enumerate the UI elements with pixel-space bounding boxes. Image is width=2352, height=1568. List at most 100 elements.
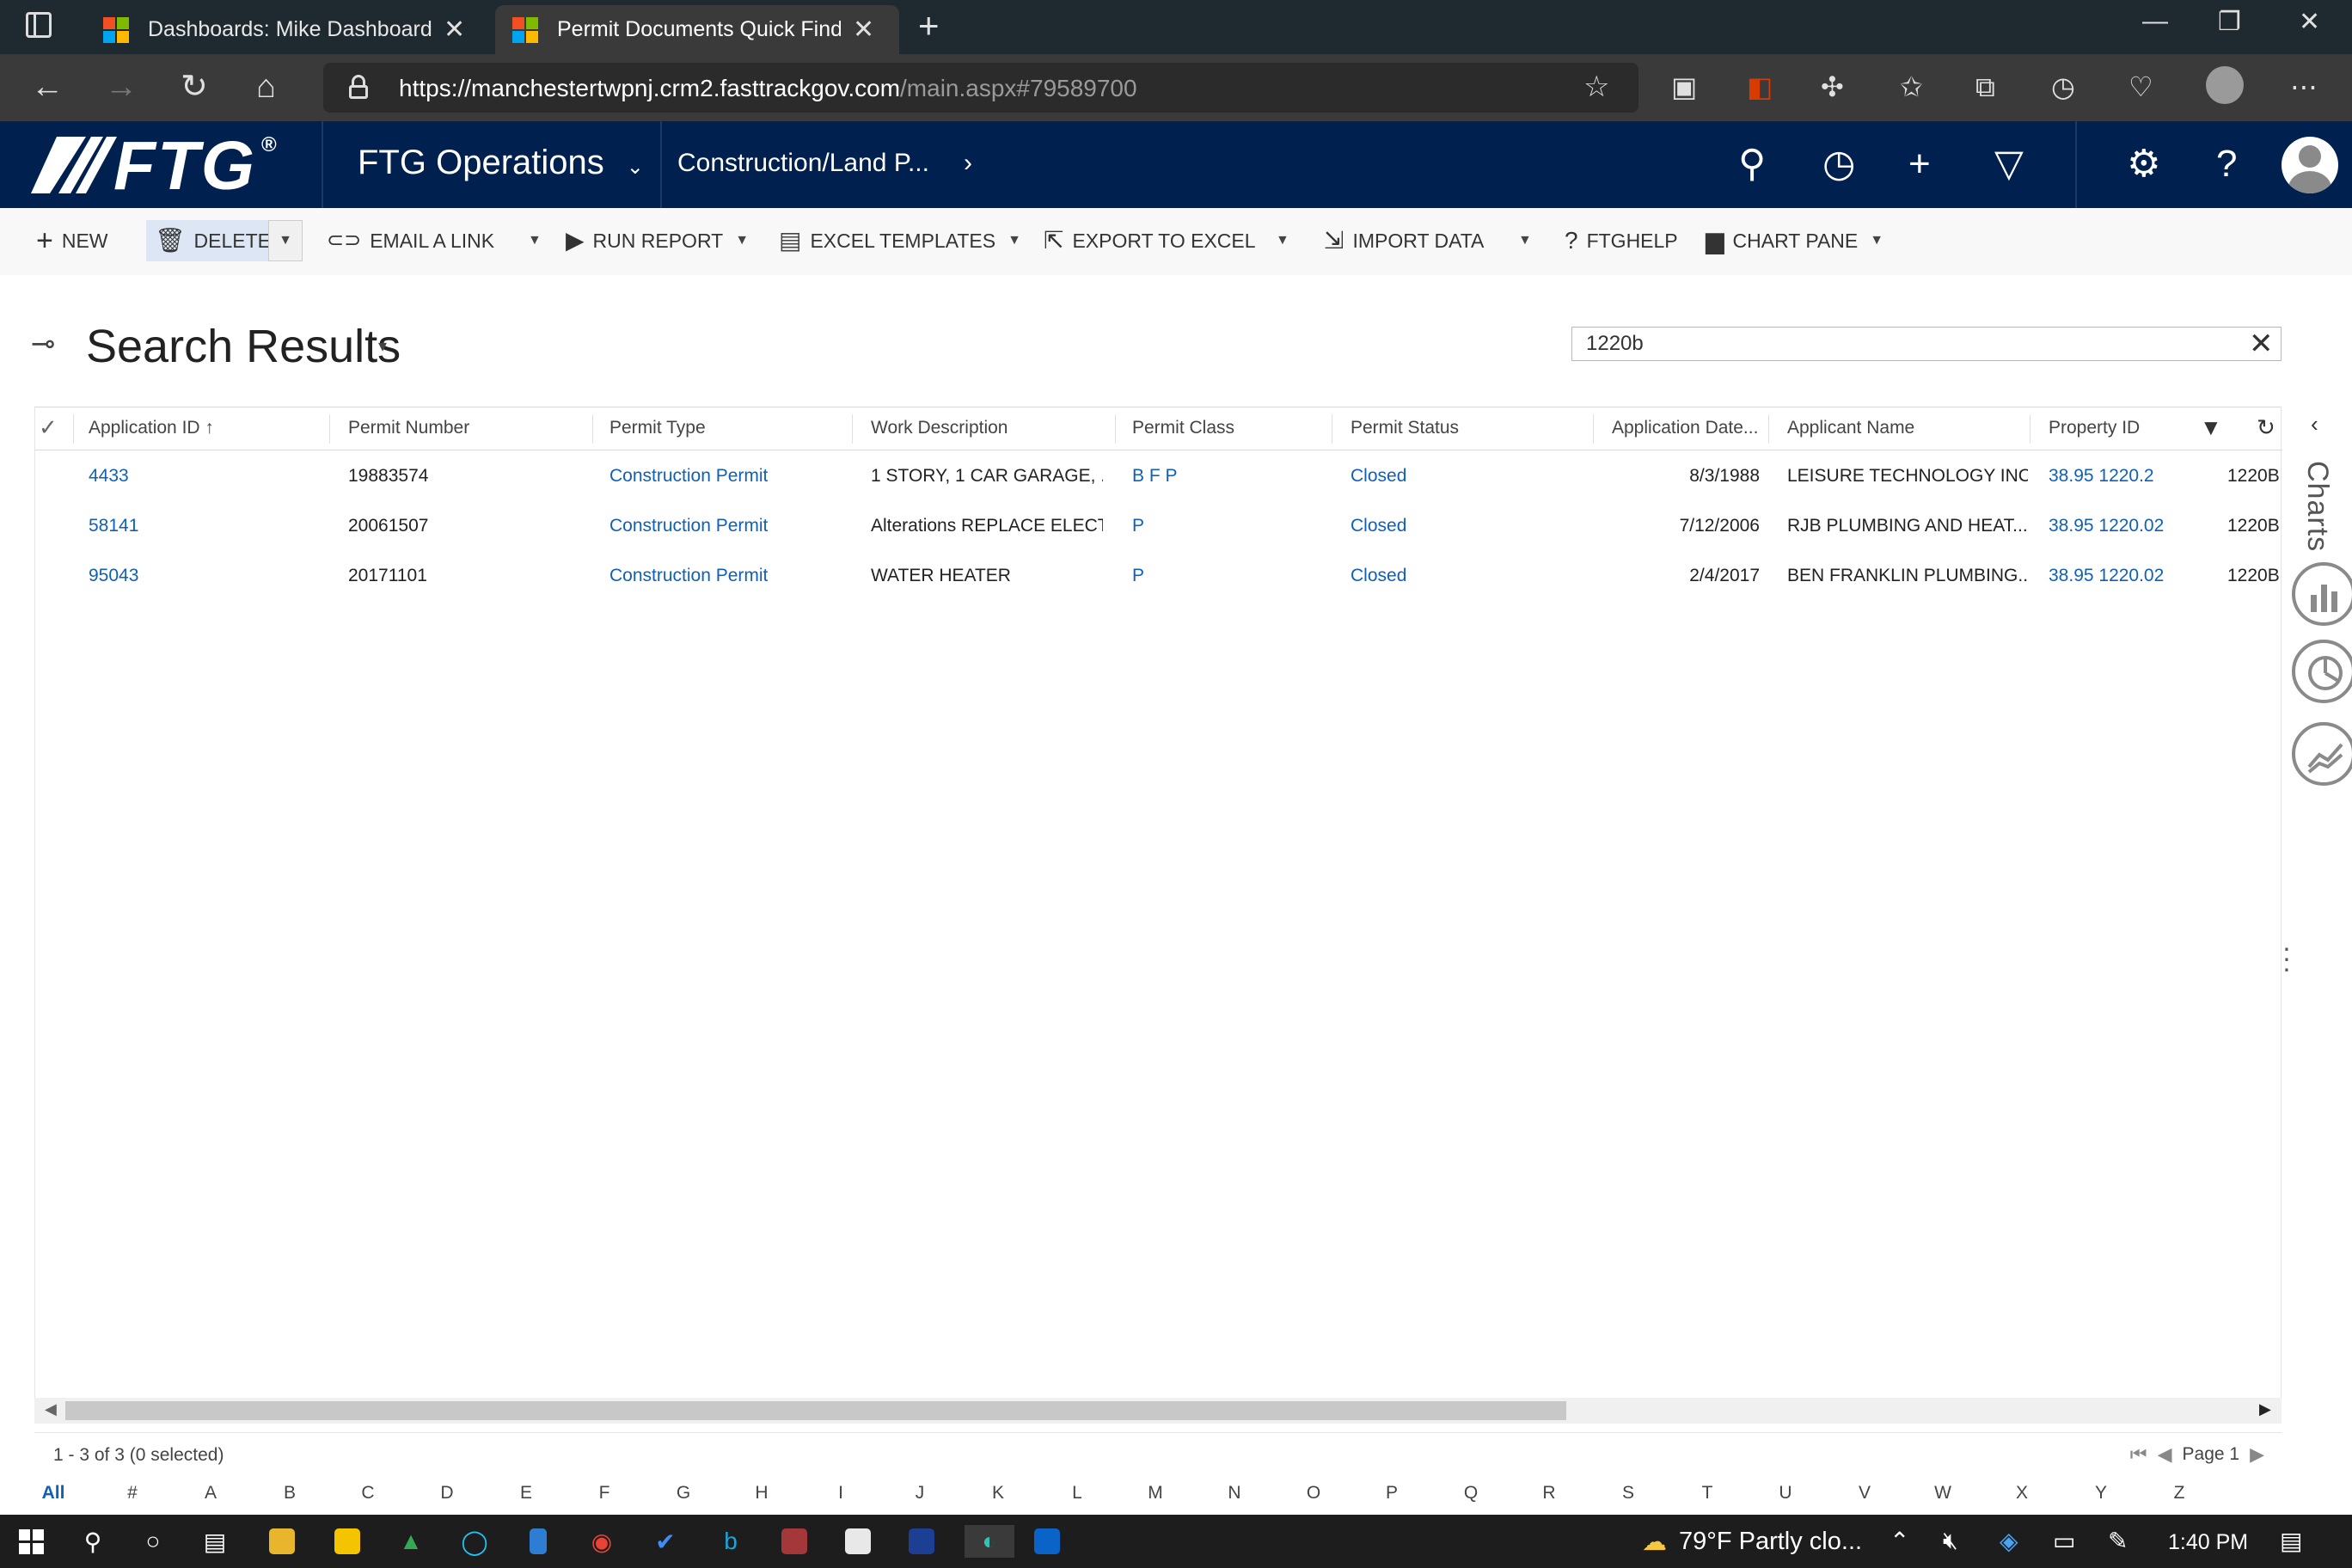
email-link-button[interactable]: ⊂⊃ EMAIL A LINK bbox=[327, 225, 494, 256]
page-title[interactable]: Search Results bbox=[86, 320, 401, 373]
alphabet-filter-e[interactable]: E bbox=[509, 1483, 543, 1504]
ftg-logo[interactable]: FTG ® bbox=[31, 127, 289, 204]
browser-tab-permit-documents[interactable]: Permit Documents Quick Find Ac ✕ bbox=[495, 5, 899, 54]
property-id-link[interactable]: 38.95 1220.02 bbox=[2049, 516, 2164, 536]
chart-pane-button[interactable]: ▆ CHART PANE ▼ bbox=[1706, 225, 1883, 256]
new-button[interactable]: + NEW bbox=[36, 225, 108, 256]
app-icon[interactable] bbox=[904, 1525, 939, 1558]
import-data-dropdown[interactable]: ▼ bbox=[1506, 225, 1532, 256]
browser-tab-dashboard[interactable]: Dashboards: Mike Dashboard - M ✕ bbox=[86, 5, 487, 54]
pie-chart-icon[interactable] bbox=[2292, 640, 2352, 703]
alphabet-filter-i[interactable]: I bbox=[824, 1483, 858, 1504]
show-hidden-icons-chevron-icon[interactable]: ⌃ bbox=[1890, 1527, 1909, 1555]
alphabet-filter-l[interactable]: L bbox=[1060, 1483, 1094, 1504]
previous-page-icon[interactable]: ◀ bbox=[2158, 1443, 2172, 1466]
breadcrumb[interactable]: Construction/Land P... › bbox=[677, 149, 972, 178]
outlook-icon[interactable] bbox=[1030, 1525, 1064, 1558]
search-icon[interactable]: ⚲ bbox=[76, 1525, 110, 1558]
tab-actions-icon[interactable] bbox=[26, 12, 52, 38]
column-header-application-date[interactable]: Application Date... bbox=[1612, 418, 1758, 438]
charts-label[interactable]: Charts bbox=[2300, 461, 2334, 552]
email-link-dropdown[interactable]: ▼ bbox=[516, 225, 542, 256]
user-avatar[interactable] bbox=[2282, 137, 2338, 193]
edge-browser-icon[interactable]: ◐ bbox=[965, 1525, 1014, 1558]
alphabet-filter-h[interactable]: H bbox=[744, 1483, 779, 1504]
extensions-puzzle-icon[interactable]: ✣ bbox=[1821, 70, 1844, 104]
column-header-application-id[interactable]: Application ID ↑ bbox=[89, 418, 214, 438]
alphabet-filter-t[interactable]: T bbox=[1690, 1483, 1724, 1504]
horizontal-scrollbar[interactable]: ◀ ▶ bbox=[34, 1398, 2282, 1424]
first-page-icon[interactable]: ⏮ bbox=[2130, 1443, 2147, 1466]
settings-gear-icon[interactable]: ⚙ bbox=[2127, 144, 2160, 185]
next-page-icon[interactable]: ▶ bbox=[2250, 1443, 2264, 1466]
performance-icon[interactable]: ♡ bbox=[2128, 70, 2153, 104]
ftghelp-button[interactable]: ? FTGHELP bbox=[1565, 225, 1678, 256]
cortana-icon[interactable]: ○ bbox=[136, 1525, 170, 1558]
clear-search-icon[interactable]: ✕ bbox=[2249, 327, 2274, 361]
delete-button[interactable]: 🗑 DELETE bbox=[146, 220, 271, 261]
battery-icon[interactable]: ▭ bbox=[2053, 1527, 2075, 1555]
permit-class-link[interactable]: P bbox=[1132, 566, 1144, 586]
refresh-icon[interactable]: ↻ bbox=[181, 70, 208, 104]
pen-icon[interactable]: ✎ bbox=[2108, 1527, 2128, 1555]
alphabet-filter-number[interactable]: # bbox=[115, 1483, 150, 1504]
minimize-button[interactable]: — bbox=[2142, 7, 2168, 36]
create-icon[interactable]: + bbox=[1908, 144, 1931, 185]
pin-icon[interactable]: ⊸ bbox=[31, 327, 56, 361]
clock[interactable]: 1:40 PM bbox=[2168, 1530, 2248, 1555]
export-excel-button[interactable]: ⇱ EXPORT TO EXCEL bbox=[1044, 225, 1256, 256]
column-header-permit-class[interactable]: Permit Class bbox=[1132, 418, 1234, 438]
sticky-notes-icon[interactable] bbox=[330, 1525, 364, 1558]
new-tab-button[interactable]: + bbox=[918, 5, 940, 46]
column-header-work-description[interactable]: Work Description bbox=[871, 418, 1008, 438]
view-selector-chevron-icon[interactable]: ▾ bbox=[378, 335, 387, 357]
close-tab-icon[interactable]: ✕ bbox=[853, 15, 874, 45]
quick-find-search-input[interactable] bbox=[1571, 327, 2282, 361]
delete-dropdown-button[interactable]: ▼ bbox=[268, 220, 303, 261]
filter-icon[interactable]: ▼ bbox=[2200, 414, 2222, 441]
home-icon[interactable]: ⌂ bbox=[256, 70, 276, 104]
alphabet-filter-x[interactable]: X bbox=[2005, 1483, 2039, 1504]
alphabet-filter-n[interactable]: N bbox=[1217, 1483, 1252, 1504]
close-tab-icon[interactable]: ✕ bbox=[444, 15, 465, 45]
alphabet-filter-f[interactable]: F bbox=[587, 1483, 622, 1504]
column-separator[interactable] bbox=[1115, 414, 1116, 444]
alphabet-filter-d[interactable]: D bbox=[430, 1483, 464, 1504]
advanced-find-filter-icon[interactable]: ▽ bbox=[1994, 144, 2024, 185]
column-separator[interactable] bbox=[1593, 414, 1594, 444]
run-report-button[interactable]: ▶ RUN REPORT ▼ bbox=[566, 225, 749, 256]
back-icon[interactable]: ← bbox=[31, 70, 64, 104]
column-separator[interactable] bbox=[592, 414, 593, 444]
alphabet-filter-all[interactable]: All bbox=[36, 1483, 70, 1504]
column-separator[interactable] bbox=[852, 414, 853, 444]
application-id-link[interactable]: 95043 bbox=[89, 566, 138, 586]
property-id-link[interactable]: 38.95 1220.2 bbox=[2049, 466, 2154, 487]
scroll-left-icon[interactable]: ◀ bbox=[45, 1400, 57, 1418]
application-id-link[interactable]: 58141 bbox=[89, 516, 138, 536]
alphabet-filter-m[interactable]: M bbox=[1138, 1483, 1173, 1504]
volume-muted-icon[interactable]: 🔇︎ bbox=[1943, 1527, 1958, 1555]
extension-icon[interactable]: ▣ bbox=[1671, 70, 1697, 104]
table-row[interactable]: 4433 19883574 Construction Permit 1 STOR… bbox=[35, 450, 2282, 500]
forward-icon[interactable]: → bbox=[105, 70, 138, 104]
import-data-button[interactable]: ⇲ IMPORT DATA bbox=[1324, 225, 1484, 256]
alphabet-filter-r[interactable]: R bbox=[1532, 1483, 1566, 1504]
alphabet-filter-s[interactable]: S bbox=[1611, 1483, 1645, 1504]
file-explorer-icon[interactable] bbox=[265, 1525, 299, 1558]
alphabet-filter-p[interactable]: P bbox=[1375, 1483, 1409, 1504]
bing-icon[interactable]: b bbox=[714, 1525, 748, 1558]
alphabet-filter-j[interactable]: J bbox=[903, 1483, 937, 1504]
bar-chart-icon[interactable] bbox=[2292, 562, 2352, 626]
property-id-link[interactable]: 38.95 1220.02 bbox=[2049, 566, 2164, 586]
excel-templates-button[interactable]: ▤ EXCEL TEMPLATES ▼ bbox=[779, 225, 1021, 256]
alphabet-filter-g[interactable]: G bbox=[666, 1483, 701, 1504]
alphabet-filter-q[interactable]: Q bbox=[1454, 1483, 1488, 1504]
access-icon[interactable] bbox=[777, 1525, 812, 1558]
alexa-icon[interactable]: ◯ bbox=[457, 1525, 492, 1558]
alphabet-filter-c[interactable]: C bbox=[351, 1483, 385, 1504]
column-separator[interactable] bbox=[329, 414, 330, 444]
column-header-property-id[interactable]: Property ID bbox=[2049, 418, 2140, 438]
scroll-right-icon[interactable]: ▶ bbox=[2259, 1400, 2271, 1418]
windows-start-icon[interactable] bbox=[14, 1525, 48, 1558]
profile-icon[interactable] bbox=[2206, 66, 2244, 104]
